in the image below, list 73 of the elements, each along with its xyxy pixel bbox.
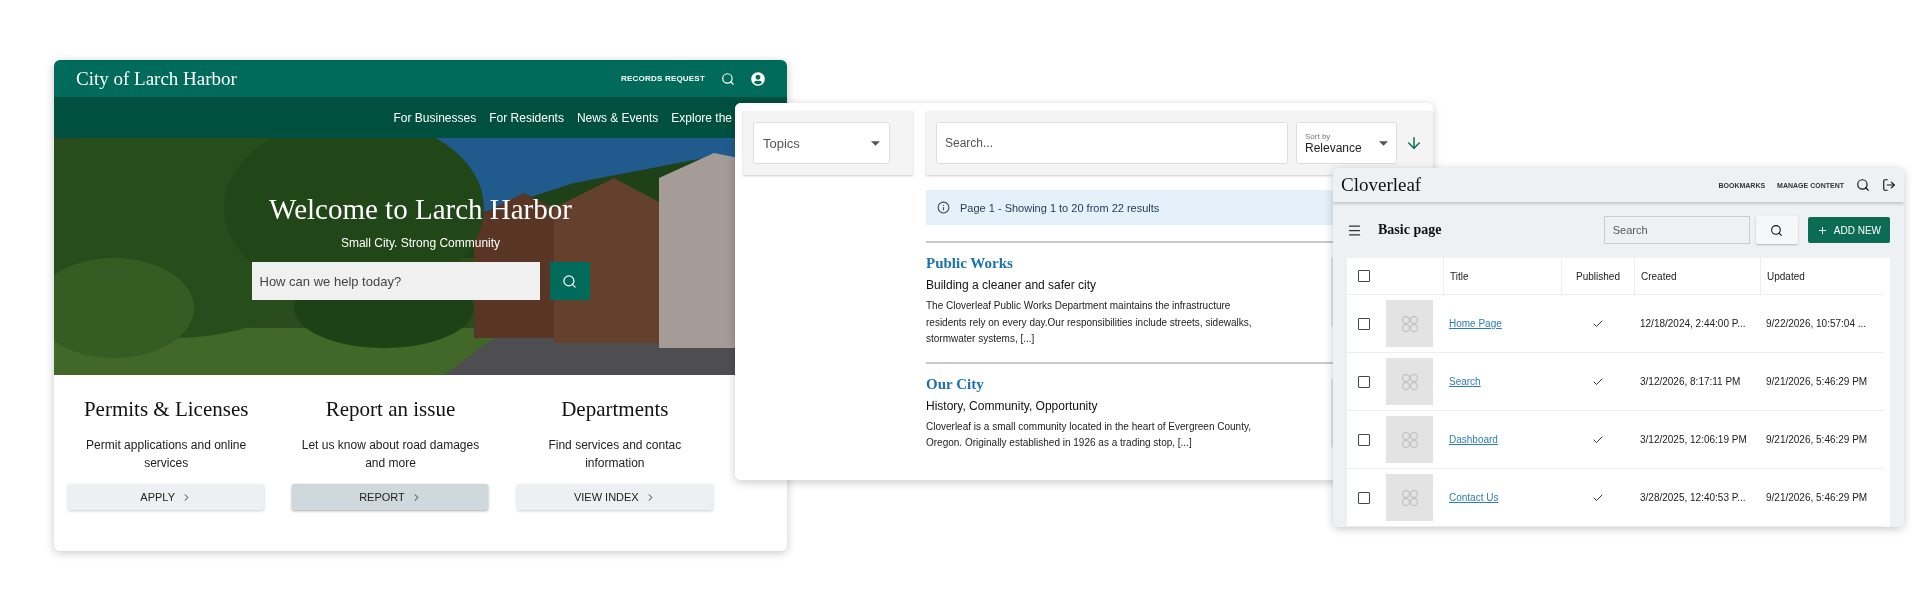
page-title-link[interactable]: Search xyxy=(1449,376,1481,387)
result-summary: The Cloverleaf Public Works Department maintains the infrastructure residents rely on every day.Our responsibilities include streets, sidewalks, stormwater systems, [...] xyxy=(926,299,1253,346)
checkbox[interactable] xyxy=(1357,375,1370,388)
page-title-link[interactable]: Contact Us xyxy=(1449,492,1499,503)
search-field[interactable]: How can we help today? xyxy=(251,262,540,300)
info-icon xyxy=(937,201,950,214)
sort-dropdown[interactable]: Sort by Relevance xyxy=(1296,122,1397,164)
site-title: City of Larch Harbor xyxy=(76,67,238,90)
menu-icon[interactable] xyxy=(1347,222,1362,238)
checkbox[interactable] xyxy=(1357,270,1370,282)
card-button[interactable]: VIEW INDEX xyxy=(516,484,713,510)
updated-date: 9/21/2026, 5:46:29 PM xyxy=(1766,376,1868,387)
search-field[interactable]: Search... xyxy=(936,122,1288,164)
created-date: 12/18/2024, 2:44:00 P... xyxy=(1640,318,1746,329)
hero-title: Welcome to Larch Harbor xyxy=(269,193,572,226)
records-request-link[interactable]: RECORDS REQUEST xyxy=(621,74,705,83)
checkbox[interactable] xyxy=(1357,433,1370,446)
card-text: Permit applications and online xyxy=(86,437,247,454)
page-title-link[interactable]: Dashboard xyxy=(1449,434,1498,445)
brand-name: Cloverleaf xyxy=(1341,174,1423,196)
created-date: 3/12/2026, 8:17:11 PM xyxy=(1640,376,1741,387)
search-icon xyxy=(562,273,577,289)
search-button[interactable] xyxy=(1755,216,1798,244)
clover-icon xyxy=(1400,314,1419,333)
search-button[interactable] xyxy=(549,262,590,300)
nav-link[interactable]: For Residents xyxy=(489,110,564,125)
card-text: services xyxy=(144,455,189,472)
checkbox[interactable] xyxy=(1357,317,1370,330)
updated-date: 9/21/2026, 5:46:29 PM xyxy=(1766,492,1868,503)
checkbox[interactable] xyxy=(1357,491,1370,504)
page-title-link[interactable]: Home Page xyxy=(1449,318,1502,329)
created-date: 3/28/2025, 12:40:53 P... xyxy=(1640,492,1746,503)
card-text: Let us know about road damages xyxy=(301,437,480,454)
result-summary: Cloverleaf is a small community located in the heart of Evergreen County, Oregon. Originally established in 1926 as a trading stop, [...] xyxy=(926,419,1252,450)
card-title: Report an issue xyxy=(325,397,456,422)
results-count: Page 1 - Showing 1 to 20 from 22 results xyxy=(960,201,1160,214)
topics-dropdown[interactable]: Topics xyxy=(753,122,890,164)
clover-icon xyxy=(1400,488,1419,507)
card-button[interactable]: REPORT xyxy=(292,484,489,510)
nav-link[interactable]: For Businesses xyxy=(393,110,477,125)
column-header: Updated xyxy=(1767,270,1805,282)
caret-icon xyxy=(1379,140,1388,146)
updated-date: 9/22/2026, 10:57:04 ... xyxy=(1766,318,1867,329)
arrow-down-icon[interactable] xyxy=(1405,134,1423,152)
column-header: Created xyxy=(1641,270,1677,282)
search-icon xyxy=(1770,223,1784,237)
result-title-link[interactable]: Public Works xyxy=(926,255,1261,272)
result-subtitle: Building a cleaner and safer city xyxy=(926,278,1098,292)
clover-icon xyxy=(1400,372,1419,391)
page-title: Basic page xyxy=(1378,222,1443,238)
add-new-button[interactable]: ADD NEW xyxy=(1807,217,1890,243)
user-avatar-icon[interactable] xyxy=(751,71,765,86)
card-button[interactable]: APPLY xyxy=(68,484,265,510)
nav-link[interactable]: Explore the xyxy=(671,110,732,125)
card-title: Permits & Licenses xyxy=(83,397,249,422)
search-icon[interactable] xyxy=(1856,178,1870,192)
plus-icon xyxy=(1816,224,1828,236)
updated-date: 9/21/2026, 5:46:29 PM xyxy=(1766,434,1868,445)
clover-icon xyxy=(1400,430,1419,449)
nav-link[interactable]: News & Events xyxy=(576,110,659,125)
created-date: 3/12/2025, 12:06:19 PM xyxy=(1640,434,1747,445)
card-title: Departments xyxy=(561,397,669,422)
caret-icon xyxy=(871,140,880,146)
column-header: Published xyxy=(1576,270,1620,282)
result-title-link[interactable]: Our City xyxy=(926,375,1261,393)
logout-icon[interactable] xyxy=(1882,178,1896,192)
card-text: information xyxy=(585,455,645,472)
search-field[interactable]: Search xyxy=(1603,216,1750,244)
column-header: Title xyxy=(1450,270,1469,282)
hero-subtitle: Small City. Strong Community xyxy=(340,236,501,250)
result-subtitle: History, Community, Opportunity xyxy=(926,398,1099,413)
card-text: and more xyxy=(365,455,416,472)
card-text: Find services and contac xyxy=(548,437,682,454)
